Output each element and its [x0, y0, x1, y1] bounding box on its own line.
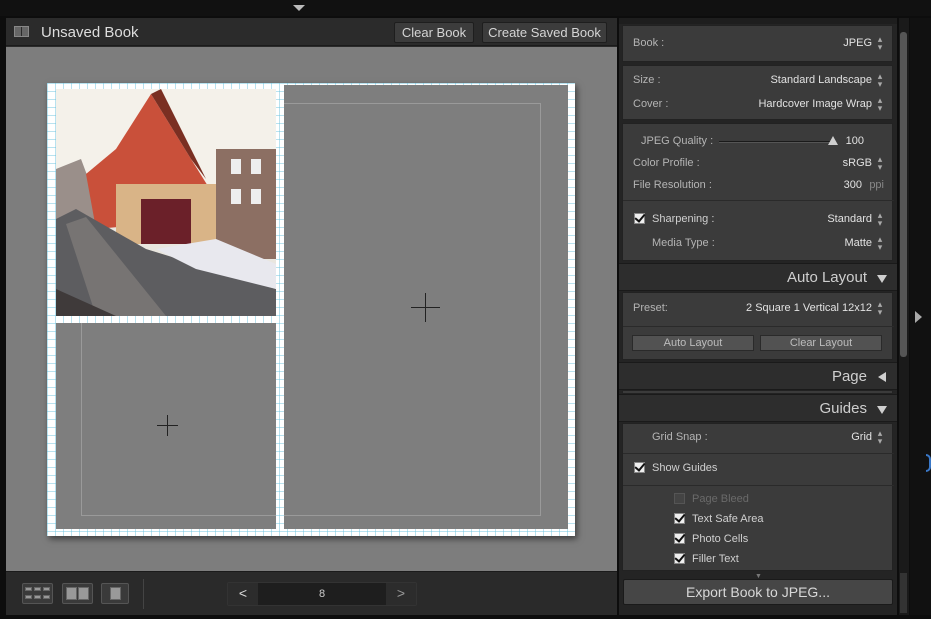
stepper-icon: ▴ ▾ — [877, 154, 883, 172]
size-row[interactable]: Size : Standard Landscape ▴ ▾ — [623, 70, 894, 92]
scrollbar-thumb[interactable] — [900, 32, 907, 357]
book-row[interactable]: Book : JPEG ▴ ▾ — [623, 33, 894, 55]
book-title: Unsaved Book — [41, 24, 139, 41]
clear-book-button[interactable]: Clear Book — [394, 22, 474, 43]
preset-value: 2 Square 1 Vertical 12x12 — [746, 302, 872, 314]
book-work-area: Unsaved Book Clear Book Create Saved Boo… — [6, 18, 617, 615]
book-icon — [14, 26, 29, 37]
panel-scrollbar[interactable] — [899, 18, 909, 615]
stepper-icon: ▴ ▾ — [877, 428, 883, 446]
photo-cells-checkbox[interactable] — [674, 533, 685, 544]
clear-layout-button[interactable]: Clear Layout — [760, 335, 882, 351]
export-book-button[interactable]: Export Book to JPEG... — [623, 579, 893, 605]
size-value: Standard Landscape — [770, 74, 872, 86]
jpeg-quality-value[interactable]: 100 — [846, 135, 864, 147]
cover-row[interactable]: Cover : Hardcover Image Wrap ▴ ▾ — [623, 94, 894, 116]
text-safe-area-checkbox[interactable] — [674, 513, 685, 524]
jpeg-quality-row: JPEG Quality : 100 — [641, 135, 864, 147]
toolbar-divider — [143, 579, 144, 609]
show-guides-row[interactable]: Show Guides — [623, 458, 894, 480]
media-type-value: Matte — [844, 237, 872, 249]
collapse-triangle-icon — [877, 275, 887, 283]
photo-cell-empty-bottom[interactable] — [56, 323, 276, 529]
photo-cell-filled[interactable] — [56, 89, 276, 316]
size-cover-group: Size : Standard Landscape ▴ ▾ Cover : Har… — [622, 65, 893, 120]
bottom-toolbar: < 8 > — [6, 571, 617, 615]
collapse-triangle-icon — [877, 406, 887, 414]
book-settings-panel: Book : JPEG ▴ ▾ Size : Standard Landscape… — [619, 18, 897, 615]
cover-value: Hardcover Image Wrap — [758, 98, 872, 110]
page-bleed-row[interactable]: Page Bleed — [623, 489, 894, 511]
safe-area-guide — [81, 323, 276, 516]
sharpening-value: Standard — [827, 213, 872, 225]
auto-layout-header[interactable]: Auto Layout — [619, 263, 897, 291]
expand-triangle-icon — [878, 372, 886, 382]
grid-snap-row[interactable]: Grid Snap : Grid ▴ ▾ — [623, 427, 894, 449]
resolution-unit: ppi — [869, 179, 884, 191]
page-spread — [47, 83, 575, 536]
collapse-right-panel-icon[interactable] — [915, 311, 922, 323]
house-photo — [56, 89, 276, 316]
next-page-button[interactable]: > — [386, 583, 416, 605]
stepper-icon: ▴ ▾ — [877, 71, 883, 89]
single-page-view-button[interactable] — [101, 583, 129, 604]
book-type-group: Book : JPEG ▴ ▾ — [622, 25, 893, 62]
guides-group: Grid Snap : Grid ▴ ▾ Show Guides Page Ble… — [622, 423, 894, 571]
filler-text-checkbox[interactable] — [674, 553, 685, 564]
photo-cell-empty-right[interactable] — [284, 85, 568, 529]
guides-header[interactable]: Guides — [619, 394, 897, 422]
preset-row[interactable]: Preset: 2 Square 1 Vertical 12x12 ▴ ▾ — [623, 298, 894, 320]
color-profile-value: sRGB — [842, 157, 872, 169]
top-panel-strip — [0, 0, 931, 16]
page-canvas — [6, 47, 617, 571]
page-number: 8 — [318, 588, 326, 600]
multi-page-view-button[interactable] — [22, 583, 53, 604]
spread-view-button[interactable] — [62, 583, 93, 604]
filler-text-row[interactable]: Filler Text — [623, 549, 894, 571]
previous-page-button[interactable]: < — [228, 583, 258, 605]
add-photo-plus-icon — [157, 415, 178, 436]
photo-cells-row[interactable]: Photo Cells — [623, 529, 894, 551]
auto-layout-group: Preset: 2 Square 1 Vertical 12x12 ▴ ▾ Aut… — [622, 292, 894, 360]
file-resolution-row: File Resolution : 300 ppi — [633, 179, 884, 191]
stepper-icon: ▴ ▾ — [877, 34, 883, 52]
create-saved-book-button[interactable]: Create Saved Book — [482, 22, 607, 43]
media-type-row[interactable]: Media Type : Matte ▴ ▾ — [623, 233, 894, 255]
stepper-icon: ▴ ▾ — [877, 299, 883, 317]
sharpening-checkbox[interactable] — [634, 213, 645, 224]
export-settings-group: JPEG Quality : 100 Color Profile : sRGB … — [622, 123, 894, 261]
sharpening-row[interactable]: Sharpening : Standard ▴ ▾ — [623, 209, 894, 231]
window-edge-highlight — [926, 454, 931, 472]
book-title-bar: Unsaved Book Clear Book Create Saved Boo… — [6, 18, 617, 46]
page-navigator: < 8 > — [227, 582, 417, 606]
stepper-icon: ▴ ▾ — [877, 95, 883, 113]
page-bleed-checkbox[interactable] — [674, 493, 685, 504]
auto-layout-button[interactable]: Auto Layout — [632, 335, 754, 351]
color-profile-row[interactable]: Color Profile : sRGB ▴ ▾ — [623, 153, 894, 175]
file-resolution-value[interactable]: 300 — [844, 179, 862, 191]
page-header[interactable]: Page — [619, 362, 897, 390]
stepper-icon: ▴ ▾ — [877, 234, 883, 252]
stepper-icon: ▴ ▾ — [877, 210, 883, 228]
add-photo-plus-icon — [411, 293, 440, 322]
text-safe-area-row[interactable]: Text Safe Area — [623, 509, 894, 531]
collapse-top-panel-icon[interactable] — [293, 5, 305, 11]
slider-thumb[interactable] — [828, 136, 838, 145]
book-value: JPEG — [843, 37, 872, 49]
grid-snap-value: Grid — [851, 431, 872, 443]
show-guides-checkbox[interactable] — [634, 462, 645, 473]
jpeg-quality-slider[interactable] — [719, 141, 834, 143]
